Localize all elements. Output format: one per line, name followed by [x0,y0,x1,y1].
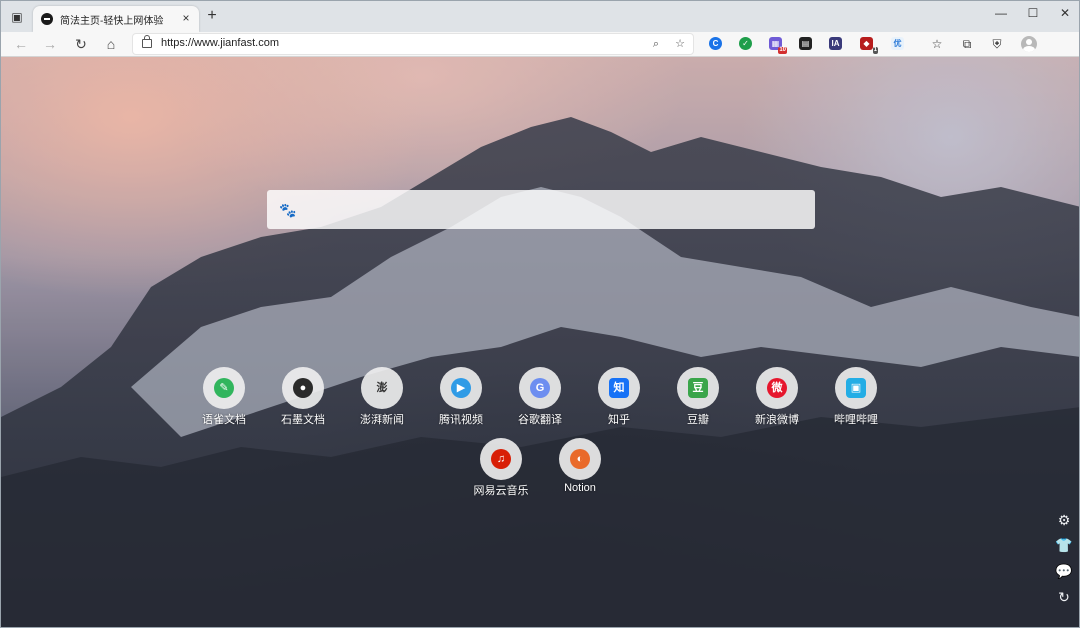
theme-shirt-icon[interactable]: 👕 [1055,536,1073,554]
notion-icon[interactable]: ◐ [559,438,601,480]
close-window-button[interactable]: ✕ [1048,4,1079,22]
maximize-button[interactable]: ☐ [1016,4,1050,22]
refresh-wallpaper-icon[interactable]: ↻ [1055,588,1073,606]
extension-black-icon[interactable]: ▤ [799,37,812,50]
mountain-background [1,57,1079,627]
paw-icon[interactable]: 🐾 [279,202,296,218]
browser-window: ▣ 简法主页-轻快上网体验 × + — ☐ ✕ ← → ↻ ⌂ https://… [0,0,1080,628]
tab-strip: ▣ 简法主页-轻快上网体验 × + — ☐ ✕ [1,1,1079,32]
shimo-icon[interactable]: ● [282,367,324,409]
url-text[interactable]: https://www.jianfast.com [161,37,279,49]
home-button[interactable]: ⌂ [101,34,121,54]
shortcut-shimo[interactable]: ● 石墨文档 [263,367,343,431]
shortcut-label[interactable]: 谷歌翻译 [500,411,580,427]
shortcut-label[interactable]: Notion [540,482,620,494]
browser-toolbar: ← → ↻ ⌂ https://www.jianfast.com ⌕ ☆ C ✓… [1,32,1079,57]
browser-essentials-icon[interactable]: ⛨ [989,36,1005,52]
profile-icon[interactable] [1021,36,1037,52]
weibo-icon[interactable]: 微 [756,367,798,409]
extension-grid-icon[interactable]: ▦ 10 [769,37,787,54]
zoom-icon[interactable]: ⌕ [649,37,663,51]
shortcut-label[interactable]: 腾讯视频 [421,411,501,427]
shortcut-label[interactable]: 新浪微博 [737,411,817,427]
zhihu-icon[interactable]: 知 [598,367,640,409]
douban-icon[interactable]: 豆 [677,367,719,409]
shortcut-yuque[interactable]: ✎ 语雀文档 [184,367,264,431]
netease-music-icon[interactable]: ♫ [480,438,522,480]
extension-blue-icon[interactable]: C [709,37,722,50]
tab-title: 简法主页-轻快上网体验 [60,16,164,27]
address-bar[interactable]: https://www.jianfast.com ⌕ ☆ [132,33,694,55]
tab-actions-icon[interactable]: ▣ [9,9,25,25]
extension-green-check-icon[interactable]: ✓ [739,37,752,50]
extension-badge: 10 [778,47,787,54]
shortcut-douban[interactable]: 豆 豆瓣 [658,367,738,431]
extension-shield-icon[interactable]: ◆ 1 [860,37,878,54]
shortcut-google-translate[interactable]: G 谷歌翻译 [500,367,580,431]
shortcut-notion[interactable]: ◐ Notion [540,438,620,502]
shortcut-label[interactable]: 豆瓣 [658,411,738,427]
shortcut-thepaper[interactable]: 澎 澎湃新闻 [342,367,422,431]
forward-button[interactable]: → [40,34,60,54]
thepaper-icon[interactable]: 澎 [361,367,403,409]
back-button[interactable]: ← [11,34,31,54]
shortcut-label[interactable]: 知乎 [579,411,659,427]
shortcut-bilibili[interactable]: ▣ 哔哩哔哩 [816,367,896,431]
yuque-icon[interactable]: ✎ [203,367,245,409]
tab-close-button[interactable]: × [179,11,193,25]
shortcut-label[interactable]: 网易云音乐 [461,482,541,498]
extension-ia-icon[interactable]: IA [829,37,842,50]
bilibili-icon[interactable]: ▣ [835,367,877,409]
extension-text-icon[interactable]: 优 [891,37,904,50]
feedback-icon[interactable]: 💬 [1055,562,1073,580]
shortcut-weibo[interactable]: 微 新浪微博 [737,367,817,431]
extension-badge: 1 [872,47,878,54]
shortcut-zhihu[interactable]: 知 知乎 [579,367,659,431]
active-tab[interactable]: 简法主页-轻快上网体验 × [33,6,199,32]
new-tab-page: 🐾 ✎ 语雀文档 ● 石墨文档 澎 澎湃新闻 ▶ 腾讯视频 G 谷歌翻译 知 知… [1,57,1079,627]
lock-icon[interactable] [142,35,152,48]
shortcut-label[interactable]: 澎湃新闻 [342,411,422,427]
collections-icon[interactable]: ⧉ [959,36,975,52]
site-favicon-icon [41,13,53,25]
shortcut-tencent-video[interactable]: ▶ 腾讯视频 [421,367,501,431]
tencent-video-icon[interactable]: ▶ [440,367,482,409]
refresh-button[interactable]: ↻ [71,34,91,54]
shortcut-label[interactable]: 语雀文档 [184,411,264,427]
search-input[interactable]: 🐾 [267,190,815,229]
minimize-button[interactable]: — [984,4,1018,22]
new-tab-button[interactable]: + [204,8,220,24]
favorite-add-icon[interactable]: ☆ [673,37,687,51]
shortcut-netease-music[interactable]: ♫ 网易云音乐 [461,438,541,502]
settings-icon[interactable]: ⚙ [1055,511,1073,529]
shortcut-label[interactable]: 石墨文档 [263,411,343,427]
google-translate-icon[interactable]: G [519,367,561,409]
favorites-icon[interactable]: ☆ [929,36,945,52]
shortcut-label[interactable]: 哔哩哔哩 [816,411,896,427]
